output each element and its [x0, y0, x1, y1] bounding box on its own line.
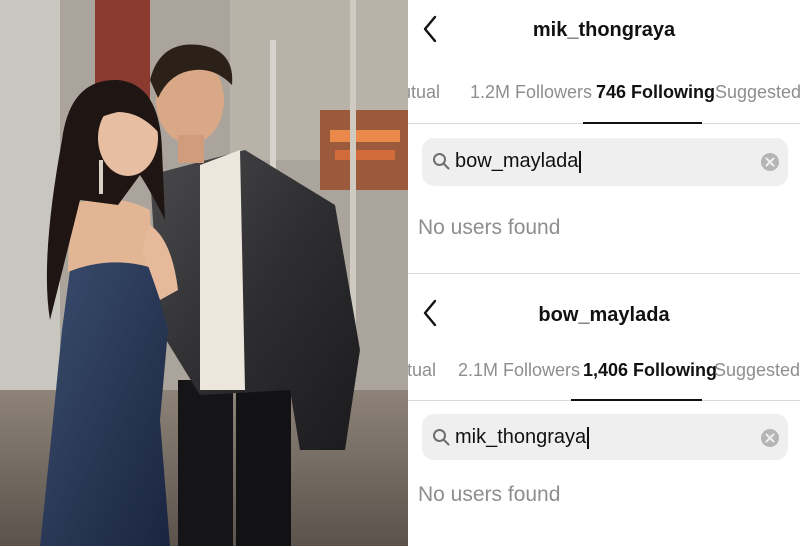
empty-results-message: No users found — [418, 483, 561, 506]
photo-illustration — [0, 0, 408, 546]
follow-tabs: Mutual 2.1M Followers 1,406 Following Su… — [408, 352, 800, 401]
profile-panel-mik: mik_thongraya Mutual 1.2M Followers 746 … — [408, 0, 800, 273]
tab-suggested[interactable]: Suggested — [714, 360, 800, 381]
profile-username: mik_thongraya — [532, 19, 676, 41]
couple-photo — [0, 0, 408, 546]
search-input[interactable]: mik_thongraya — [455, 426, 590, 449]
tab-followers[interactable]: 1.2M Followers — [470, 82, 592, 103]
search-input[interactable]: bow_maylada — [455, 150, 582, 173]
follow-tabs: Mutual 1.2M Followers 746 Following Sugg… — [408, 74, 800, 124]
profile-username: bow_maylada — [538, 304, 670, 326]
search-input-value: mik_thongraya — [455, 426, 587, 448]
tab-followers[interactable]: 2.1M Followers — [458, 360, 580, 381]
search-icon — [433, 429, 450, 446]
search-field[interactable]: mik_thongraya — [422, 414, 788, 460]
empty-results-message: No users found — [418, 216, 561, 239]
clear-search-icon[interactable] — [760, 152, 780, 172]
text-caret — [579, 150, 582, 173]
active-tab-indicator — [583, 122, 702, 124]
text-caret — [587, 426, 590, 449]
active-tab-indicator — [571, 399, 702, 401]
tab-mutual[interactable]: Mutual — [408, 360, 436, 381]
tab-mutual[interactable]: Mutual — [408, 82, 440, 103]
search-icon — [433, 153, 450, 170]
tab-following[interactable]: 746 Following — [596, 82, 715, 103]
search-field[interactable]: bow_maylada — [422, 138, 788, 186]
tab-suggested[interactable]: Suggested — [715, 82, 800, 103]
clear-search-icon[interactable] — [760, 428, 780, 448]
search-input-value: bow_maylada — [455, 150, 579, 172]
profile-panel-bow: bow_maylada Mutual 2.1M Followers 1,406 … — [408, 273, 800, 547]
tab-following[interactable]: 1,406 Following — [583, 360, 717, 381]
